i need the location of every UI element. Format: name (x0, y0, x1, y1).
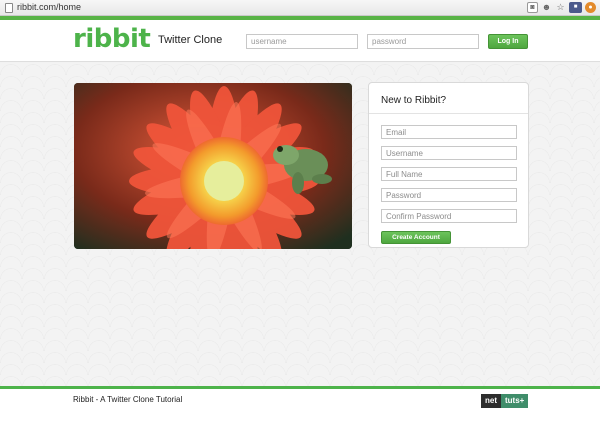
browser-toolbar: ribbit.com/home ◙ ☻ ☆ ■ ● (0, 0, 600, 16)
password-field[interactable] (381, 188, 517, 202)
page-icon (5, 3, 13, 13)
site-logo[interactable]: ribbit (73, 24, 151, 54)
ext-icon[interactable]: ■ (569, 2, 582, 13)
login-button[interactable]: Log In (488, 34, 528, 49)
main-content: New to Ribbit? Create Account (0, 63, 600, 386)
cookie-icon[interactable]: ● (585, 2, 596, 13)
signup-divider (369, 113, 528, 114)
nettuts-badge[interactable]: net tuts+ (481, 394, 529, 408)
address-bar[interactable]: ribbit.com/home (17, 2, 81, 12)
badge-tuts: tuts+ (501, 394, 529, 408)
flower-frog-picture (74, 83, 352, 249)
login-username-input[interactable] (246, 34, 358, 49)
full-name-field[interactable] (381, 167, 517, 181)
email-field[interactable] (381, 125, 517, 139)
signup-panel: New to Ribbit? Create Account (368, 82, 529, 248)
site-header: ribbit Twitter Clone Log In (0, 20, 600, 62)
confirm-password-field[interactable] (381, 209, 517, 223)
hero-image (74, 83, 352, 249)
site-tagline: Twitter Clone (158, 34, 223, 46)
signup-title: New to Ribbit? (381, 95, 447, 106)
create-account-button[interactable]: Create Account (381, 231, 451, 244)
toolbar-icons: ◙ ☻ ☆ ■ ● (527, 2, 596, 13)
username-field[interactable] (381, 146, 517, 160)
site-footer: Ribbit - A Twitter Clone Tutorial net tu… (0, 389, 600, 433)
person-icon[interactable]: ☻ (541, 2, 552, 13)
star-icon[interactable]: ☆ (555, 2, 566, 13)
login-password-input[interactable] (367, 34, 479, 49)
rss-icon[interactable]: ◙ (527, 2, 538, 13)
badge-net: net (481, 394, 501, 408)
footer-text: Ribbit - A Twitter Clone Tutorial (73, 395, 183, 404)
